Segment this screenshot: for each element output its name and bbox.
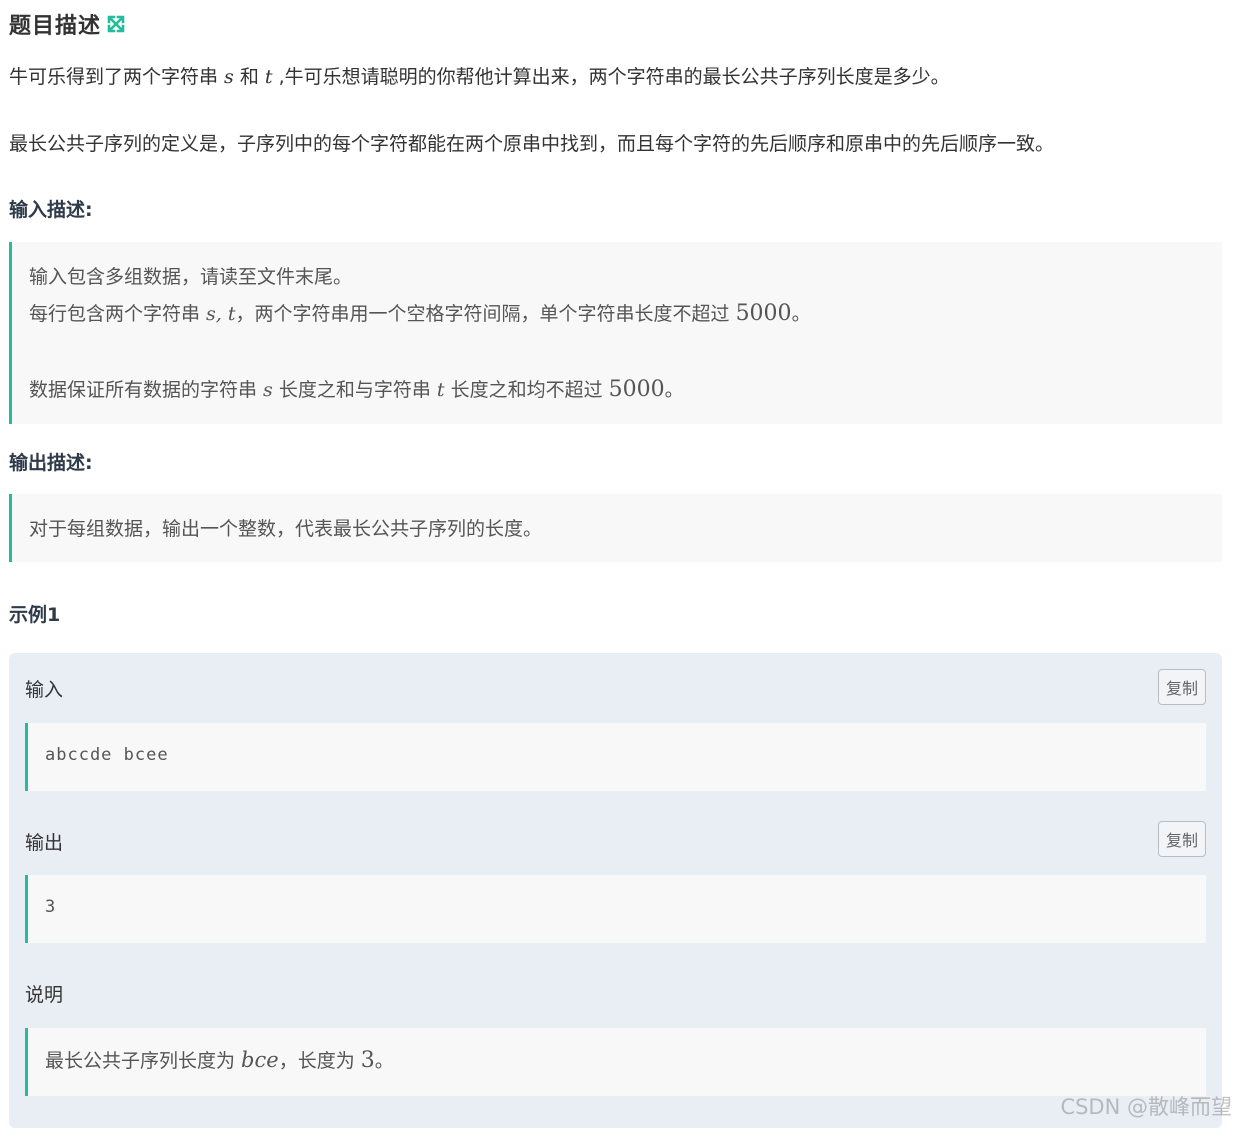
- copy-input-button[interactable]: 复制: [1158, 669, 1206, 705]
- example-note-label: 说明: [25, 984, 64, 1006]
- input-line-1: 输入包含多组数据，请读至文件末尾。: [29, 266, 353, 288]
- example-input-box: abccde bcee: [25, 723, 1206, 791]
- problem-title-row: 题目描述: [9, 8, 125, 40]
- example-note-text: 最长公共子序列长度为 bce，长度为 3。: [45, 1048, 394, 1073]
- output-description-heading: 输出描述:: [9, 452, 93, 474]
- input-description-block: 输入包含多组数据，请读至文件末尾。 每行包含两个字符串 s, t，两个字符串用一…: [9, 242, 1222, 424]
- input-line-2: 每行包含两个字符串 s, t，两个字符串用一个空格字符间隔，单个字符串长度不超过…: [29, 301, 811, 326]
- input-line-3: 数据保证所有数据的字符串 s 长度之和与字符串 t 长度之和均不超过 5000。: [29, 377, 684, 402]
- description-paragraph-2: 最长公共子序列的定义是，子序列中的每个字符都能在两个原串中找到，而且每个字符的先…: [9, 133, 1055, 155]
- example-output-box: 3: [25, 875, 1206, 943]
- output-line-1: 对于每组数据，输出一个整数，代表最长公共子序列的长度。: [29, 518, 543, 540]
- example-heading: 示例1: [9, 604, 61, 626]
- input-description-heading: 输入描述:: [9, 199, 93, 221]
- description-paragraph-1: 牛可乐得到了两个字符串 s 和 t ,牛可乐想请聪明的你帮他计算出来，两个字符串…: [9, 66, 950, 88]
- csdn-watermark: CSDN @散峰而望: [1060, 1095, 1232, 1119]
- expand-icon[interactable]: [107, 15, 125, 33]
- example-output-value: 3: [45, 897, 57, 917]
- example-output-label: 输出: [25, 832, 64, 854]
- example-panel: 输入 复制 abccde bcee 输出 复制 3 说明 最长公共子序列长度为 …: [9, 653, 1222, 1128]
- output-description-block: 对于每组数据，输出一个整数，代表最长公共子序列的长度。: [9, 494, 1222, 562]
- example-note-box: 最长公共子序列长度为 bce，长度为 3。: [25, 1028, 1206, 1096]
- example-input-label: 输入: [25, 679, 64, 701]
- copy-output-button[interactable]: 复制: [1158, 821, 1206, 857]
- example-input-value: abccde bcee: [45, 745, 169, 765]
- page-title: 题目描述: [9, 14, 102, 39]
